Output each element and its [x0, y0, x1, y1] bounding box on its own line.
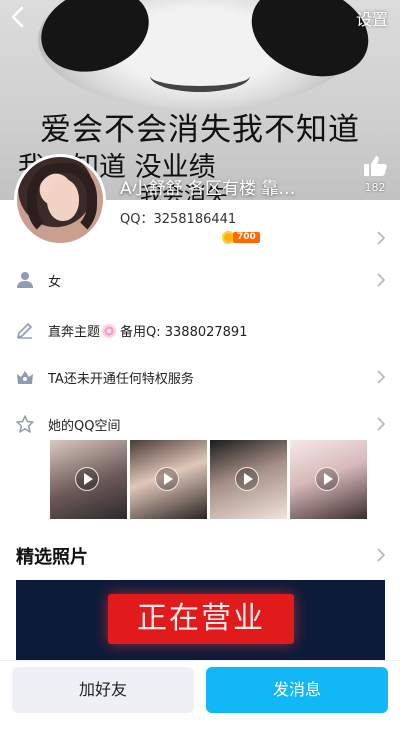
signature-text-before: 直奔主题	[48, 325, 101, 340]
avatar-face	[47, 179, 79, 221]
video-thumbnail[interactable]	[50, 440, 127, 519]
privileges-text: TA还未开通任何特权服务	[48, 372, 194, 387]
meme-mouth	[150, 60, 250, 92]
row-privileges[interactable]: TA还未开通任何特权服务	[0, 362, 400, 392]
play-icon	[235, 467, 259, 491]
row-qzone[interactable]: 她的QQ空间	[0, 409, 400, 439]
star-icon	[16, 415, 34, 433]
qzone-thumbnails	[50, 440, 370, 520]
pencil-icon	[16, 322, 33, 339]
settings-button[interactable]: 设置	[356, 6, 388, 30]
like-count: 182	[364, 181, 386, 194]
level-badge[interactable]: 700	[222, 231, 260, 244]
lollipop-icon	[102, 324, 117, 338]
send-message-button[interactable]: 发消息	[206, 667, 388, 713]
level-number: 700	[233, 232, 260, 243]
play-icon	[155, 467, 179, 491]
play-icon	[75, 467, 99, 491]
like-button[interactable]	[362, 154, 388, 182]
signature-text: 直奔主题 备用Q: 3388027891	[48, 321, 247, 340]
back-button[interactable]	[6, 4, 30, 30]
featured-photo[interactable]: 正在营业	[16, 580, 385, 666]
thumbs-up-icon	[364, 156, 387, 176]
chevron-right-icon[interactable]	[376, 547, 386, 563]
neon-sign: 正在营业	[108, 594, 294, 644]
video-thumbnail[interactable]	[210, 440, 287, 519]
gender-text: 女	[48, 275, 62, 290]
chevron-right-icon	[377, 370, 386, 384]
chevron-right-icon	[377, 417, 386, 431]
qq-number: QQ：3258186441	[120, 212, 237, 227]
video-thumbnail[interactable]	[290, 440, 367, 519]
qzone-text: 她的QQ空间	[48, 419, 121, 434]
person-icon	[17, 272, 33, 288]
row-signature[interactable]: 直奔主题 备用Q: 3388027891	[0, 315, 400, 345]
chevron-left-icon	[11, 6, 24, 28]
avatar[interactable]	[14, 154, 106, 246]
featured-photos-title: 精选照片	[16, 547, 88, 568]
add-friend-button[interactable]: 加好友	[12, 667, 194, 713]
chevron-right-icon[interactable]	[376, 230, 386, 246]
video-thumbnail[interactable]	[130, 440, 207, 519]
signature-text-after: 备用Q: 3388027891	[120, 325, 248, 340]
nickname: A小舒舒 各区有楼 靠…	[120, 179, 296, 199]
row-gender[interactable]: 女	[0, 265, 400, 295]
play-icon	[315, 467, 339, 491]
crown-icon	[17, 371, 33, 384]
chevron-right-icon	[377, 273, 386, 287]
meme-caption-line1: 爱会不会消失我不知道	[40, 112, 360, 148]
